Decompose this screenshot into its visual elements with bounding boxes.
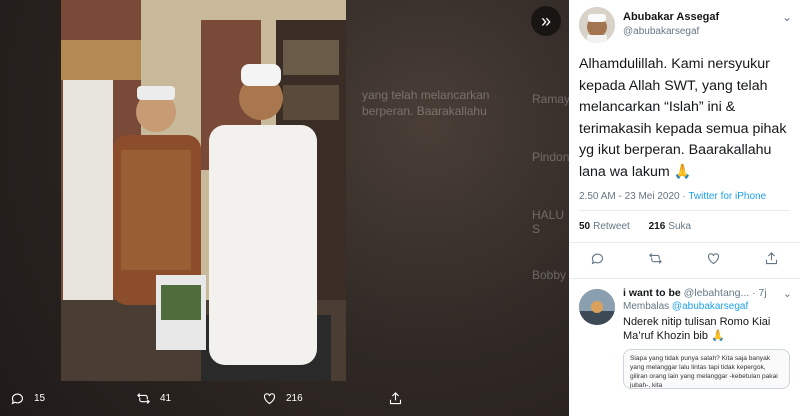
share-action[interactable] [386,389,512,407]
tweet-time[interactable]: 2.50 AM - 23 Mei 2020 [579,191,680,202]
retweet-count: 41 [160,392,172,404]
tweet-meta: 2.50 AM - 23 Mei 2020 · Twitter for iPho… [579,191,790,211]
tweet-detail-pane: Abubakar Assegaf @abubakarsegaf ⌄ Alhamd… [569,0,800,416]
replying-prefix: Membalas [623,301,670,312]
reply-attached-image[interactable]: Siapa yang tidak punya salah? Kita saja … [623,349,790,389]
chevron-down-icon[interactable]: ⌄ [783,287,792,300]
ghost-text: Bobby [532,268,567,282]
retweet-icon [134,389,152,407]
tweet-stats: 50 Retweet 216 Suka [569,211,800,243]
ghost-text: yang telah melancarkan [362,88,490,102]
media-action-bar: 15 41 216 [0,380,569,416]
share-icon[interactable] [764,251,779,271]
author-avatar[interactable] [579,7,615,43]
tweet-text: Alhamdulillah. Kami nersyukur kepada All… [579,56,787,180]
retweet-action[interactable]: 41 [134,389,260,407]
ghost-text: Ramayan [532,92,569,106]
twitter-photo-viewer: yang telah melancarkan berperan. Baaraka… [0,0,800,416]
heart-icon [260,389,278,407]
tweet-source-link[interactable]: Twitter for iPhone [688,191,766,202]
likes-stat[interactable]: 216 Suka [649,221,691,232]
reply-action[interactable]: 15 [8,389,134,407]
reply-tweet[interactable]: ⌄ i want to be @lebahtang... · 7j Membal… [569,279,800,389]
reply-avatar[interactable] [579,289,615,325]
retweet-icon[interactable] [648,251,663,271]
replying-to: Membalas @abubakarsegaf [623,301,790,312]
reply-author-handle[interactable]: @lebahtang... [684,287,750,299]
like-action[interactable]: 216 [260,389,386,407]
ghost-text: berperan. Baarakallahu [362,104,487,118]
tweet-actions [569,243,800,279]
reply-icon[interactable] [590,251,605,271]
next-image-button[interactable]: » [531,6,561,36]
reply-count: 15 [34,392,46,404]
media-pane: yang telah melancarkan berperan. Baaraka… [0,0,569,416]
replying-to-link[interactable]: @abubakarsegaf [672,301,748,312]
reply-author-name[interactable]: i want to be [623,287,681,299]
chevron-down-icon[interactable]: ⌄ [782,10,792,24]
tweet-photo[interactable] [61,0,346,381]
heart-icon[interactable] [706,251,721,271]
tweet-header: Abubakar Assegaf @abubakarsegaf ⌄ [569,0,800,50]
retweets-stat[interactable]: 50 Retweet [579,221,630,232]
reply-time: · 7j [752,287,767,299]
author-handle[interactable]: @abubakarsegaf [623,26,699,37]
ghost-text: Pindono [532,150,569,164]
reply-icon [8,389,26,407]
share-icon [386,389,404,407]
reply-header: i want to be @lebahtang... · 7j [623,287,790,299]
ghost-text: HALU S [532,208,565,236]
reply-text: Nderek nitip tulisan Romo Kiai Ma’ruf Kh… [623,316,771,342]
photo-illustration [61,0,346,381]
author-name[interactable]: Abubakar Assegaf [623,11,719,23]
like-count: 216 [286,392,303,404]
